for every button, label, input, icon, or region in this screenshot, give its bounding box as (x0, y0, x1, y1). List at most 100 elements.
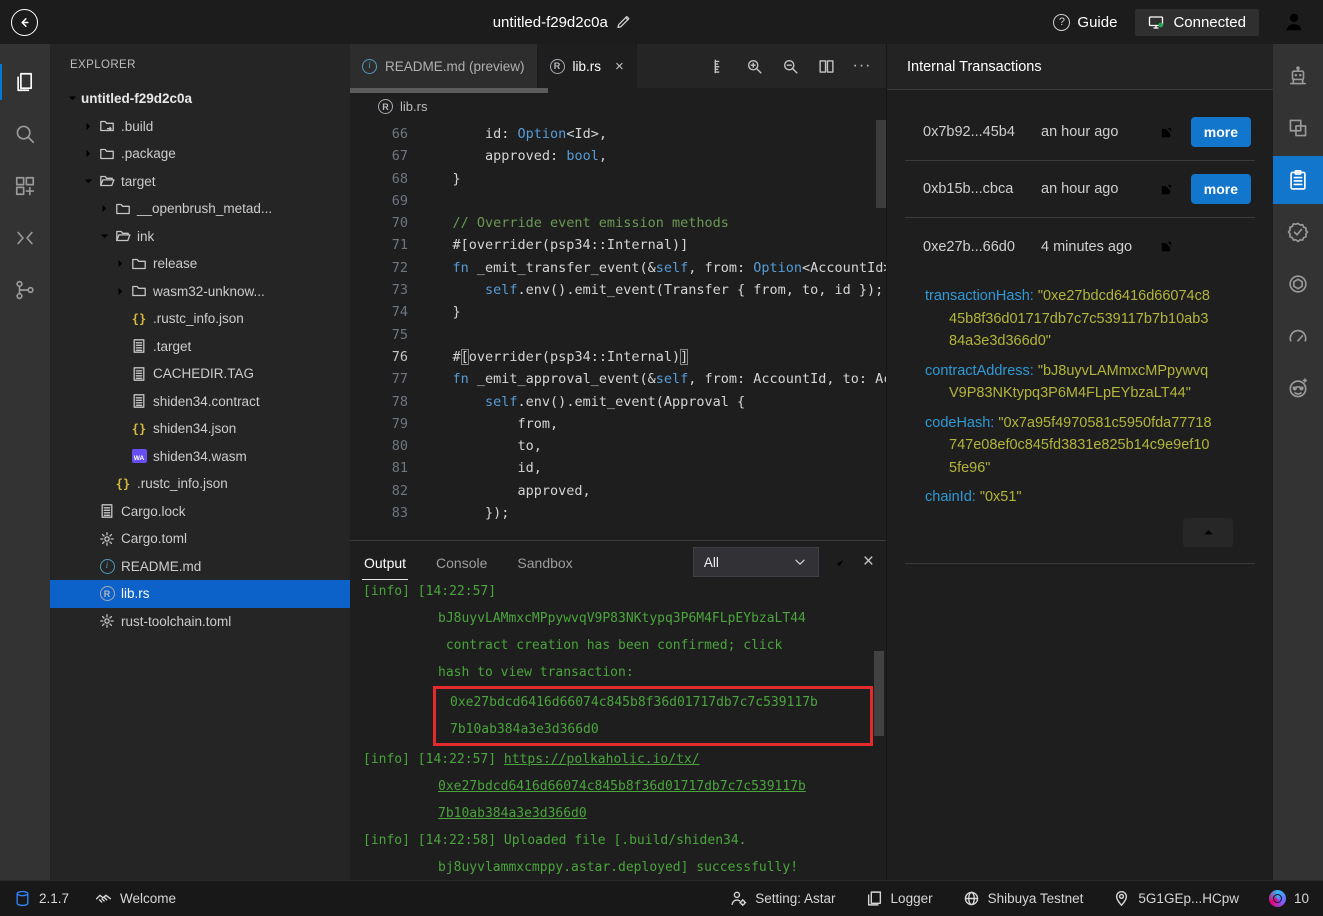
activity-left-search[interactable] (0, 110, 50, 158)
editor-action-ruler[interactable] (704, 52, 732, 80)
log-line: [info] [14:22:58] Uploaded file [.build/… (363, 827, 886, 854)
more-button[interactable]: more (1191, 174, 1251, 204)
tree-item-shiden34-contract[interactable]: shiden34.contract (50, 388, 350, 416)
more-button[interactable]: more (1191, 117, 1251, 147)
status-10[interactable]: 10 (1269, 890, 1309, 907)
connected-label: Connected (1173, 14, 1246, 31)
status-2-1-7[interactable]: 2.1.7 (14, 890, 69, 907)
tree-item--package[interactable]: .package (50, 140, 350, 168)
editor-action-ellipsis[interactable]: ··· (848, 52, 876, 80)
editor-action-split[interactable] (812, 52, 840, 80)
tree-item--rustc-info-json[interactable]: {}.rustc_info.json (50, 470, 350, 498)
tree-item-shiden34-json[interactable]: {}shiden34.json (50, 415, 350, 443)
close-tab-icon[interactable]: × (615, 58, 624, 75)
external-link-icon[interactable] (1159, 239, 1174, 254)
line-number: 76 (350, 346, 408, 368)
log-output[interactable]: [info] [14:22:57]bJ8uyvLAMmxcMPpywvqV9P8… (350, 578, 886, 880)
activity-left-source-control[interactable] (0, 266, 50, 314)
collapse-button[interactable] (1183, 518, 1233, 547)
code-text: id, (408, 457, 542, 479)
log-link[interactable]: 7b10ab384a3e3d366d0 (438, 806, 587, 821)
tab-scrollbar[interactable] (350, 88, 886, 93)
line-number: 67 (350, 145, 408, 167)
tree-item--rustc-info-json[interactable]: {}.rustc_info.json (50, 305, 350, 333)
detail-codeHash: codeHash: "0x7a95f4970581c5950fda7771874… (925, 412, 1215, 480)
status-5g1gep-hcpw[interactable]: 5G1GEp...HCpw (1113, 890, 1239, 907)
robot-icon (1287, 65, 1309, 87)
chevron-up-icon (1201, 525, 1216, 540)
activity-right-verify[interactable] (1273, 208, 1323, 256)
edit-pencil-icon[interactable] (616, 14, 632, 30)
tree-item-cargo-toml[interactable]: Cargo.toml (50, 525, 350, 553)
panel-tab-console[interactable]: Console (434, 545, 489, 580)
tree-item-lib-rs[interactable]: Rlib.rs (50, 580, 350, 608)
tree-item-cargo-lock[interactable]: Cargo.lock (50, 498, 350, 526)
copy-icon (866, 890, 883, 907)
log-link[interactable]: https://polkaholic.io/tx/ (504, 752, 700, 767)
tree-item--openbrush-metad-[interactable]: __openbrush_metad... (50, 195, 350, 223)
tree-item-rust-toolchain-toml[interactable]: rust-toolchain.toml (50, 608, 350, 636)
line-number: 70 (350, 212, 408, 234)
boxes-icon (1287, 117, 1309, 139)
editor-action-zoom-out[interactable] (776, 52, 804, 80)
polkadot-icon (1269, 890, 1286, 907)
editor-action-zoom-in[interactable] (740, 52, 768, 80)
activity-right-assistant[interactable] (1273, 52, 1323, 100)
output-panel-header: Output Console Sandbox All × (350, 541, 886, 583)
log-filter-select[interactable]: All (693, 547, 819, 577)
tree-item-label: CACHEDIR.TAG (153, 366, 254, 381)
status-right: Setting: Astar Logger Shibuya Testnet 5G1GE… (700, 890, 1309, 907)
user-avatar-icon[interactable] (1277, 11, 1311, 33)
tree-item-target[interactable]: target (50, 168, 350, 196)
clear-log-icon[interactable] (833, 554, 849, 570)
back-button[interactable] (0, 0, 48, 44)
activity-left-explorer[interactable] (0, 58, 50, 106)
tree-item-ink[interactable]: ink (50, 223, 350, 251)
tree-item-label: .rustc_info.json (153, 311, 244, 326)
tree-item-wasm32-unknow-[interactable]: wasm32-unknow... (50, 278, 350, 306)
activity-right-compile[interactable] (1273, 104, 1323, 152)
log-link[interactable]: 0xe27bdcd6416d66074c845b8f36d01717db7c7c… (438, 779, 806, 794)
tree-item--build[interactable]: .build (50, 113, 350, 141)
tree-item-readme-md[interactable]: iREADME.md (50, 553, 350, 581)
breadcrumb[interactable]: R lib.rs (350, 93, 886, 120)
status-welcome[interactable]: Welcome (95, 890, 176, 907)
tab-lib-rs[interactable]: Rlib.rs× (538, 44, 637, 88)
tree-item--target[interactable]: .target (50, 333, 350, 361)
status-setting-astar[interactable]: Setting: Astar (730, 890, 835, 907)
guide-button[interactable]: ? Guide (1053, 14, 1117, 31)
tree-item-untitled-f29d2c0a[interactable]: untitled-f29d2c0a (50, 85, 350, 113)
chevron-right-icon (80, 120, 97, 133)
status-label: 5G1GEp...HCpw (1138, 891, 1239, 906)
transaction-time: an hour ago (1041, 124, 1159, 140)
status-logger[interactable]: Logger (866, 890, 933, 907)
activity-left-extensions[interactable] (0, 162, 50, 210)
connected-button[interactable]: Connected (1135, 9, 1259, 36)
activity-right-gauge[interactable] (1273, 312, 1323, 360)
tree-item-shiden34-wasm[interactable]: WAshiden34.wasm (50, 443, 350, 471)
tree-item-release[interactable]: release (50, 250, 350, 278)
activity-left-collapse[interactable] (0, 214, 50, 262)
external-link-icon[interactable] (1159, 182, 1174, 197)
highlighted-hash-box[interactable]: 0xe27bdcd6416d66074c845b8f36d01717db7c7c… (433, 686, 873, 746)
line-number: 81 (350, 457, 408, 479)
tree-item-label: release (153, 256, 197, 271)
activity-right-ai[interactable] (1273, 260, 1323, 308)
editor-tab-bar: iREADME.md (preview)Rlib.rs× ··· (350, 44, 886, 88)
activity-right-fun[interactable] (1273, 364, 1323, 412)
panel-tab-sandbox[interactable]: Sandbox (515, 545, 574, 580)
output-scrollbar[interactable] (874, 651, 884, 736)
status-shibuya-testnet[interactable]: Shibuya Testnet (963, 890, 1084, 907)
code-editor[interactable]: 66 id: Option<Id>,67 approved: bool,68 }… (350, 120, 886, 540)
editor-scrollbar[interactable] (876, 120, 886, 208)
split-icon (818, 58, 835, 75)
tree-item-cachedir-tag[interactable]: CACHEDIR.TAG (50, 360, 350, 388)
close-panel-icon[interactable]: × (863, 554, 874, 570)
tab-readme-md-preview-[interactable]: iREADME.md (preview) (350, 44, 538, 88)
code-line-80: 80 to, (350, 435, 886, 457)
activity-right-transactions[interactable] (1273, 156, 1323, 204)
tree-item-label: __openbrush_metad... (137, 201, 272, 216)
panel-tab-output[interactable]: Output (362, 545, 408, 580)
external-link-icon[interactable] (1159, 125, 1174, 140)
code-line-70: 70 // Override event emission methods (350, 212, 886, 234)
